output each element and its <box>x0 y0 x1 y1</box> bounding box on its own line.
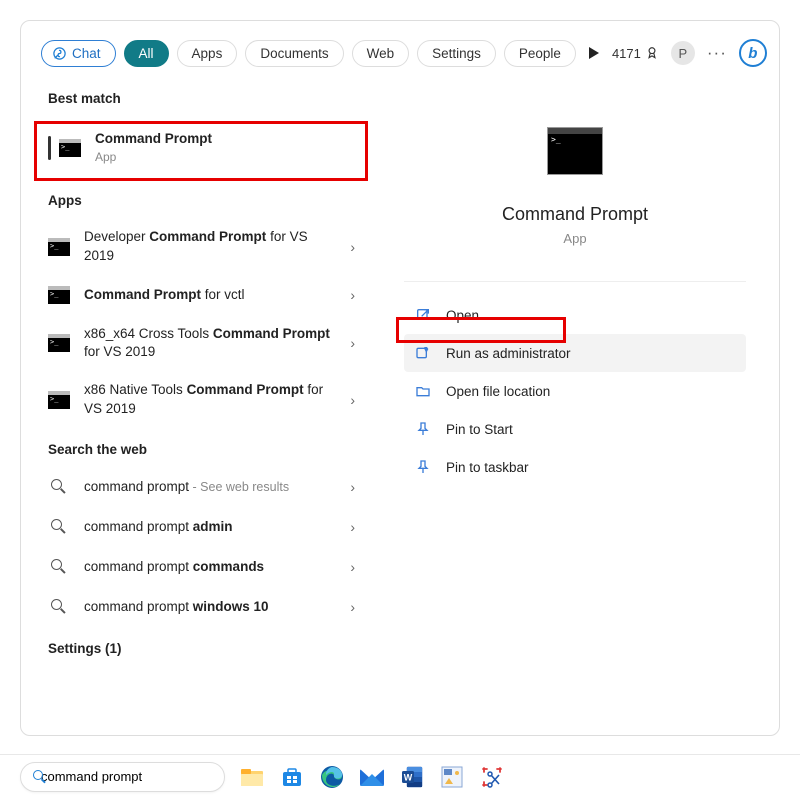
app-result-label: x86_x64 Cross Tools Command Prompt for V… <box>84 325 336 361</box>
action-run-as-administrator[interactable]: Run as administrator <box>404 334 746 372</box>
settings-tab[interactable]: Settings <box>417 40 496 67</box>
web-header: Search the web <box>21 428 371 467</box>
taskbar: W <box>0 754 800 798</box>
chevron-right-icon: › <box>350 559 355 575</box>
settings-header: Settings (1) <box>21 627 371 676</box>
chevron-right-icon: › <box>350 519 355 535</box>
file-explorer-icon[interactable] <box>239 764 265 790</box>
documents-tab[interactable]: Documents <box>245 40 343 67</box>
action-pin-to-taskbar[interactable]: Pin to taskbar <box>404 448 746 486</box>
command-prompt-icon <box>59 138 81 158</box>
web-tab[interactable]: Web <box>352 40 410 67</box>
filter-tabs-row: Chat All Apps Documents Web Settings Peo… <box>21 21 779 77</box>
header-right-controls: 4171 P ··· b <box>612 39 767 67</box>
best-match-item[interactable]: Command Prompt App <box>21 116 371 179</box>
search-icon <box>48 517 70 537</box>
chevron-right-icon: › <box>350 335 355 351</box>
app-result-item[interactable]: Developer Command Prompt for VS 2019 › <box>21 218 371 274</box>
people-tab[interactable]: People <box>504 40 576 67</box>
app-result-label: Developer Command Prompt for VS 2019 <box>84 228 336 264</box>
admin-icon <box>414 344 432 362</box>
chat-tab[interactable]: Chat <box>41 40 116 67</box>
web-result-item[interactable]: command prompt windows 10 › <box>21 587 371 627</box>
folder-icon <box>414 382 432 400</box>
web-result-label: command prompt commands <box>84 558 336 576</box>
pin-icon <box>414 420 432 438</box>
snipping-tool-icon[interactable] <box>479 764 505 790</box>
preview-subtitle: App <box>404 231 746 246</box>
app-result-label: Command Prompt for vctl <box>84 286 336 304</box>
app-result-item[interactable]: x86 Native Tools Command Prompt for VS 2… <box>21 371 371 427</box>
action-label: Pin to Start <box>446 422 513 437</box>
selection-indicator-icon <box>48 136 51 160</box>
web-result-item[interactable]: command prompt commands › <box>21 547 371 587</box>
pin-icon <box>414 458 432 476</box>
taskbar-search-input[interactable] <box>41 769 217 784</box>
bing-logo-icon[interactable]: b <box>739 39 767 67</box>
word-icon[interactable]: W <box>399 764 425 790</box>
command-prompt-icon <box>48 390 70 410</box>
search-results-panel: Chat All Apps Documents Web Settings Peo… <box>20 20 780 736</box>
more-options-button[interactable]: ··· <box>707 43 727 63</box>
app-result-item[interactable]: x86_x64 Cross Tools Command Prompt for V… <box>21 315 371 371</box>
apps-header: Apps <box>21 179 371 218</box>
best-match-title: Command Prompt <box>95 131 212 146</box>
best-match-header: Best match <box>21 77 371 116</box>
action-label: Open file location <box>446 384 550 399</box>
rewards-points[interactable]: 4171 <box>612 46 659 61</box>
action-list: Open Run as administrator Open file locati… <box>404 281 746 486</box>
app-result-item[interactable]: Command Prompt for vctl › <box>21 275 371 315</box>
taskbar-search-box[interactable] <box>20 762 225 792</box>
chevron-right-icon: › <box>350 599 355 615</box>
more-tabs-arrow-icon[interactable] <box>584 42 604 64</box>
search-icon <box>48 597 70 617</box>
search-icon <box>48 477 70 497</box>
action-open-file-location[interactable]: Open file location <box>404 372 746 410</box>
action-label: Open <box>446 308 479 323</box>
command-prompt-icon <box>48 285 70 305</box>
chat-tab-label: Chat <box>72 46 101 61</box>
action-label: Pin to taskbar <box>446 460 529 475</box>
microsoft-store-icon[interactable] <box>279 764 305 790</box>
chevron-right-icon: › <box>350 392 355 408</box>
svg-text:W: W <box>404 772 413 782</box>
web-result-item[interactable]: command prompt - See web results › <box>21 467 371 507</box>
preview-header: Command Prompt App <box>404 107 746 271</box>
web-result-label: command prompt windows 10 <box>84 598 336 616</box>
user-avatar[interactable]: P <box>671 41 695 65</box>
app-result-label: x86 Native Tools Command Prompt for VS 2… <box>84 381 336 417</box>
best-match-subtitle: App <box>95 149 355 165</box>
command-prompt-icon <box>48 237 70 257</box>
action-label: Run as administrator <box>446 346 571 361</box>
preview-pane: Command Prompt App Open Run as administra… <box>371 77 779 736</box>
edge-browser-icon[interactable] <box>319 764 345 790</box>
open-icon <box>414 306 432 324</box>
mail-icon[interactable] <box>359 764 385 790</box>
medal-icon <box>645 46 659 60</box>
preview-title: Command Prompt <box>404 204 746 225</box>
preview-app-icon <box>547 127 603 175</box>
search-icon <box>48 557 70 577</box>
chevron-right-icon: › <box>350 479 355 495</box>
app-icon-generic[interactable] <box>439 764 465 790</box>
command-prompt-icon <box>48 333 70 353</box>
apps-tab[interactable]: Apps <box>177 40 238 67</box>
chevron-right-icon: › <box>350 287 355 303</box>
web-result-label: command prompt - See web results <box>84 478 336 496</box>
results-list: Best match Command Prompt App Apps Devel… <box>21 77 371 736</box>
chat-icon <box>52 46 67 61</box>
action-open[interactable]: Open <box>404 296 746 334</box>
web-result-item[interactable]: command prompt admin › <box>21 507 371 547</box>
web-result-label: command prompt admin <box>84 518 336 536</box>
chevron-right-icon: › <box>350 239 355 255</box>
action-pin-to-start[interactable]: Pin to Start <box>404 410 746 448</box>
all-tab[interactable]: All <box>124 40 169 67</box>
